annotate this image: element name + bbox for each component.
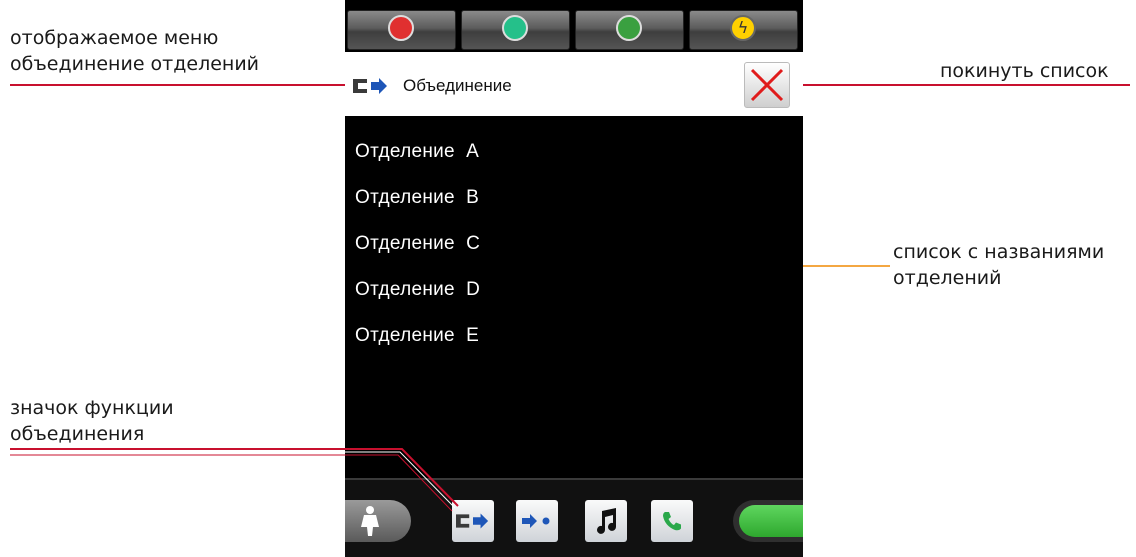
annotation-icon-connector bbox=[10, 448, 459, 512]
